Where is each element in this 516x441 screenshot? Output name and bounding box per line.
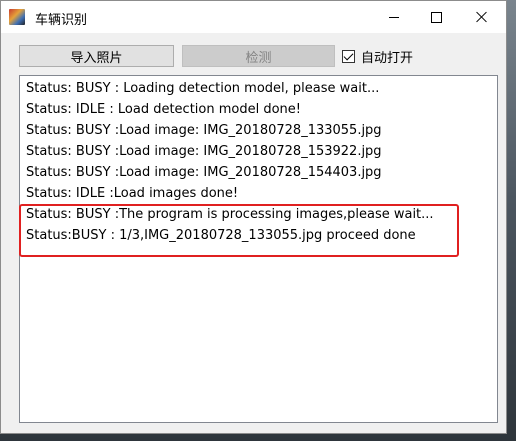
- minimize-icon: [389, 16, 399, 18]
- maximize-button[interactable]: [413, 1, 459, 33]
- minimize-button[interactable]: [371, 1, 417, 33]
- window-title: 车辆识别: [35, 13, 88, 28]
- close-button[interactable]: [459, 1, 505, 33]
- auto-open-checkbox[interactable]: [342, 50, 355, 63]
- log-line: Status: BUSY :Load image: IMG_20180728_1…: [26, 144, 382, 159]
- log-line: Status: BUSY : Loading detection model, …: [26, 81, 380, 96]
- maximize-icon: [430, 11, 442, 23]
- auto-open-label: 自动打开: [361, 51, 414, 66]
- log-line: Status: IDLE :Load images done!: [26, 186, 239, 201]
- close-icon: [476, 11, 488, 23]
- log-line: Status: IDLE : Load detection model done…: [26, 102, 301, 117]
- log-line: Status: BUSY :Load image: IMG_20180728_1…: [26, 165, 382, 180]
- detect-button[interactable]: 检测: [182, 45, 335, 67]
- highlight-annotation-box: [19, 204, 459, 257]
- app-window: 车辆识别 导入照片 检测 自动打开 Status: BUSY : Loading…: [0, 0, 507, 434]
- import-photos-button[interactable]: 导入照片: [19, 45, 174, 67]
- log-line: Status: BUSY :Load image: IMG_20180728_1…: [26, 123, 382, 138]
- auto-open-option[interactable]: 自动打开: [342, 47, 413, 66]
- title-bar[interactable]: 车辆识别: [1, 1, 506, 33]
- app-icon: [9, 9, 25, 25]
